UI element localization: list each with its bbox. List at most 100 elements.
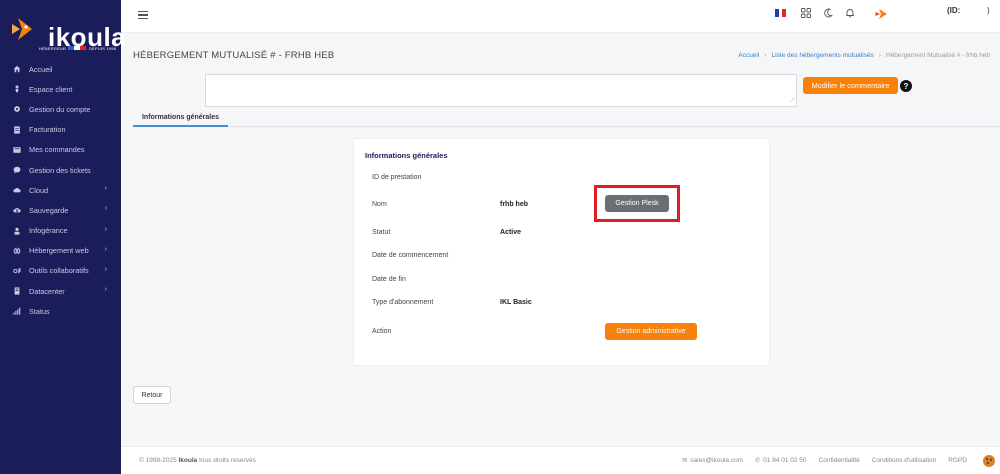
sidebar-item-accueil[interactable]: Accueil [0, 59, 121, 79]
topbar: (ID: ) [121, 0, 1000, 33]
comment-textarea[interactable]: ⟋ [205, 74, 797, 107]
field-value-nom: frhb heb [500, 201, 528, 208]
field-value-type-abonnement: IKL Basic [500, 299, 532, 306]
resize-handle-icon[interactable]: ⟋ [791, 98, 795, 105]
chevron-right-icon: › [104, 286, 107, 294]
menu-toggle-icon[interactable] [138, 11, 148, 19]
sidebar-item-label: Outils collaboratifs [29, 266, 89, 276]
breadcrumb: Accueil › Liste des hébergements mutuali… [738, 52, 990, 59]
breadcrumb-separator: › [878, 52, 881, 59]
inbox-icon [12, 145, 22, 155]
sidebar-item-datacenter[interactable]: Datacenter › [0, 281, 121, 301]
dark-mode-moon-icon[interactable] [823, 8, 833, 18]
tab-informations-generales[interactable]: Informations générales [133, 110, 228, 127]
topbar-actions [775, 8, 867, 18]
gear-icon [12, 104, 22, 114]
back-button[interactable]: Retour [133, 386, 171, 404]
user-avatar[interactable] [875, 7, 889, 21]
footer-link-conditions[interactable]: Conditions d'utilisation [872, 457, 936, 464]
sidebar-item-hebergement-web[interactable]: Hébergement web › [0, 241, 121, 261]
brand-tagline-left: HÉBERGEUR [39, 46, 67, 51]
server-icon [12, 286, 22, 296]
cookie-settings-icon[interactable] [983, 455, 995, 467]
sidebar-item-label: Status [29, 306, 50, 316]
chevron-right-icon: › [104, 185, 107, 193]
copyright-text: tous droits reservés [199, 457, 256, 464]
user-id-close: ) [987, 6, 990, 15]
field-label-date-commencement: Date de commencement [372, 252, 449, 259]
sidebar-item-gestion-compte[interactable]: Gestion du compte [0, 99, 121, 119]
help-icon[interactable]: ? [900, 80, 912, 92]
gestion-plesk-button[interactable]: Gestion Plesk [605, 195, 669, 212]
sidebar-item-label: Cloud [29, 185, 49, 195]
brand-flag [68, 46, 86, 50]
ikoula-fish-logo-icon [12, 18, 32, 40]
footer-link-rgpd[interactable]: RGPD [948, 457, 967, 464]
sidebar-item-label: Gestion des tickets [29, 165, 91, 175]
footer-link-confidentialite[interactable]: Confidentialité [819, 457, 860, 464]
footer-email-link[interactable]: ✉ sales@ikoula.com [682, 457, 743, 464]
notification-bell-icon[interactable] [845, 8, 855, 18]
breadcrumb-separator: › [764, 52, 767, 59]
copyright: © 1998-2025 Ikoula tous droits reservés [139, 457, 256, 464]
sidebar-item-label: Datacenter [29, 286, 65, 296]
globe-icon [12, 246, 22, 256]
chevron-right-icon: › [104, 225, 107, 233]
user-id-label[interactable]: (ID: [947, 6, 960, 15]
field-label-id-prestation: ID de prestation [372, 174, 422, 181]
gestion-administrative-button[interactable]: Gestion administrative [605, 323, 697, 340]
breadcrumb-home-link[interactable]: Accueil [738, 52, 759, 59]
sidebar-item-label: Accueil [29, 64, 53, 74]
sidebar-item-sauvegarde[interactable]: Sauvegarde › [0, 200, 121, 220]
sidebar-item-label: Sauvegarde [29, 205, 69, 215]
home-icon [12, 64, 22, 74]
footer-links: ✉ sales@ikoula.com ✆ 01 84 01 02 50 Confid… [682, 457, 967, 464]
sidebar-item-cloud[interactable]: Cloud › [0, 180, 121, 200]
copyright-brand: Ikoula [178, 457, 198, 464]
field-label-date-fin: Date de fin [372, 276, 406, 283]
sidebar-item-mes-commandes[interactable]: Mes commandes [0, 140, 121, 160]
sidebar-item-label: Gestion du compte [29, 104, 91, 114]
o365-icon [12, 266, 22, 276]
chat-icon [12, 165, 22, 175]
invoice-icon [12, 125, 22, 135]
person-icon [12, 84, 22, 94]
footer-phone-link[interactable]: ✆ 01 84 01 02 50 [755, 457, 806, 464]
sidebar-item-espace-client[interactable]: Espace client [0, 79, 121, 99]
chevron-right-icon: › [104, 205, 107, 213]
brand-tagline-right: DEPUIS 1998 [89, 46, 117, 51]
sidebar-nav: Accueil Espace client Gestion du compte … [0, 59, 121, 321]
field-label-nom: Nom [372, 201, 387, 208]
french-flag-icon[interactable] [775, 9, 787, 17]
chevron-right-icon: › [104, 245, 107, 253]
sidebar-item-label: Facturation [29, 125, 66, 135]
backup-icon [12, 205, 22, 215]
sidebar-item-status[interactable]: Status [0, 301, 121, 321]
sidebar-item-infogerance[interactable]: Infogérance › [0, 221, 121, 241]
card-title: Informations générales [365, 151, 448, 160]
breadcrumb-current: Hébergement Mutualisé # - frhb heb [885, 52, 990, 59]
copyright-years: © 1998-2025 [139, 457, 177, 464]
sidebar-item-label: Mes commandes [29, 145, 85, 155]
field-value-statut: Active [500, 229, 522, 236]
sidebar-item-outils-collaboratifs[interactable]: Outils collaboratifs › [0, 261, 121, 281]
field-label-action: Action [372, 328, 392, 335]
sidebar-item-label: Espace client [29, 84, 73, 94]
footer-phone: 01 84 01 02 50 [763, 457, 807, 464]
service-info-card: Informations générales ID de prestation … [353, 138, 770, 366]
apps-grid-icon[interactable] [801, 8, 811, 18]
field-label-type-abonnement: Type d'abonnement [372, 299, 434, 306]
footer-email: sales@ikoula.com [690, 457, 744, 464]
footer: © 1998-2025 Ikoula tous droits reservés … [121, 446, 1000, 474]
sidebar-item-label: Hébergement web [29, 246, 89, 256]
field-label-statut: Statut [372, 229, 391, 236]
ikoula-logo[interactable]: ikoula HÉBERGEUR DEPUIS 1998 [10, 8, 126, 52]
sidebar-item-facturation[interactable]: Facturation [0, 120, 121, 140]
support-icon [12, 226, 22, 236]
page-title: HÉBERGEMENT MUTUALISÉ # - FRHB HEB [133, 50, 335, 61]
phone-icon: ✆ [755, 458, 761, 464]
edit-comment-button[interactable]: Modifier le commentaire [803, 77, 898, 94]
sidebar: ikoula HÉBERGEUR DEPUIS 1998 Accueil Esp… [0, 0, 126, 474]
sidebar-item-gestion-tickets[interactable]: Gestion des tickets [0, 160, 121, 180]
breadcrumb-list-link[interactable]: Liste des hébergements mutualisés [772, 52, 874, 59]
